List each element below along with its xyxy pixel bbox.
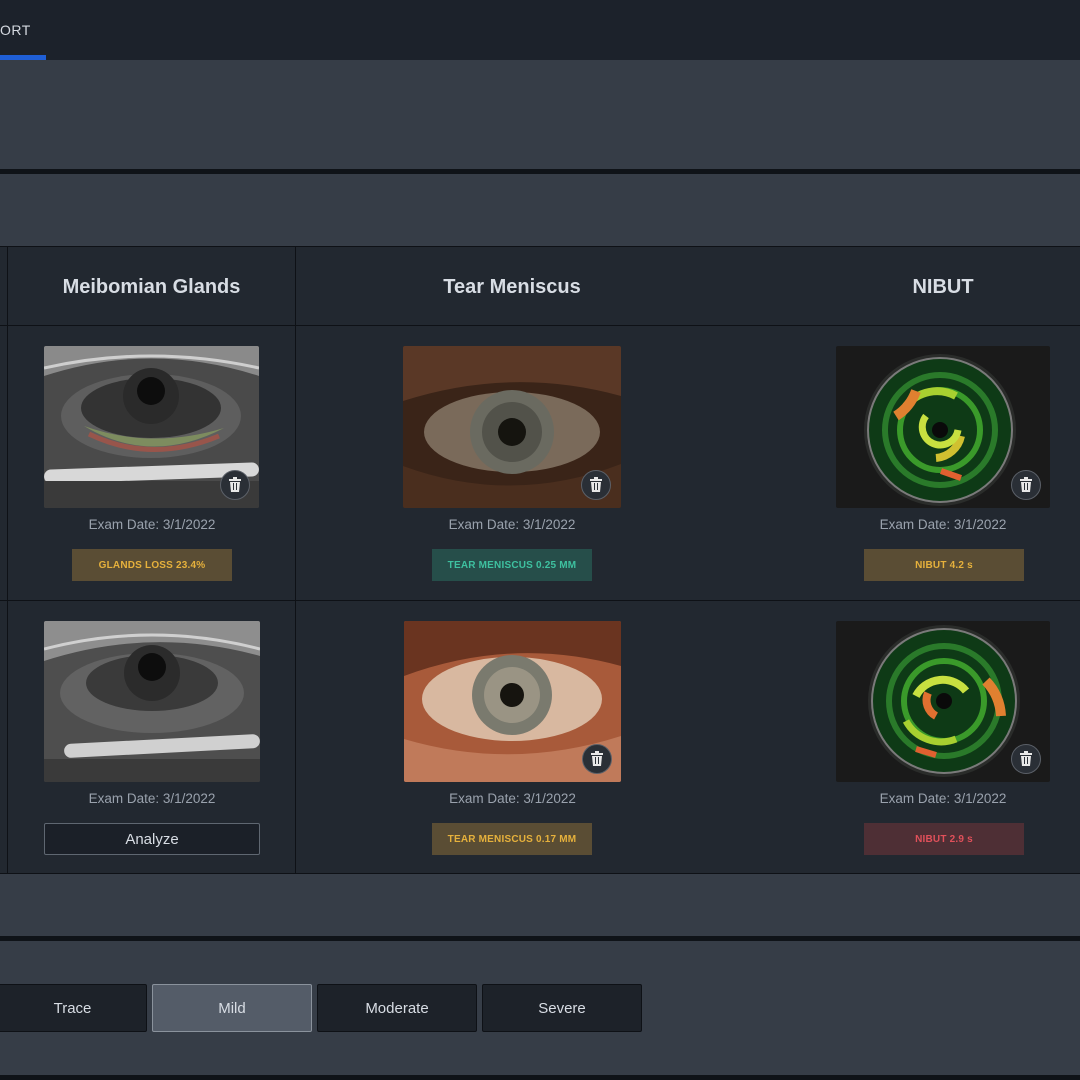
meibography-image[interactable] xyxy=(44,621,260,782)
grid-line xyxy=(7,246,8,874)
severity-severe-button[interactable]: Severe xyxy=(482,984,642,1032)
tab-report[interactable]: ORT xyxy=(0,22,31,38)
footer-panel xyxy=(0,874,1080,936)
grid-line xyxy=(0,246,1080,247)
grid-line xyxy=(0,600,1080,601)
column-header-nibut: NIBUT xyxy=(912,276,974,298)
grid-line xyxy=(0,325,1080,326)
top-bar: ORT xyxy=(0,0,1080,60)
trash-icon[interactable] xyxy=(220,470,250,500)
exam-date: Exam Date: 3/1/2022 xyxy=(879,517,1007,532)
severity-moderate-button[interactable]: Moderate xyxy=(317,984,477,1032)
column-header-meibomian: Meibomian Glands xyxy=(62,276,241,298)
exam-date: Exam Date: 3/1/2022 xyxy=(88,791,216,806)
tear-meniscus-badge: TEAR MENISCUS 0.25 MM xyxy=(432,549,592,581)
exam-date: Exam Date: 3/1/2022 xyxy=(88,517,216,532)
severity-mild-button[interactable]: Mild xyxy=(152,984,312,1032)
column-header-tear-meniscus: Tear Meniscus xyxy=(443,276,581,298)
analyze-button[interactable]: Analyze xyxy=(44,823,260,855)
divider xyxy=(0,1075,1080,1080)
trash-icon[interactable] xyxy=(581,470,611,500)
tear-meniscus-badge: TEAR MENISCUS 0.17 MM xyxy=(432,823,592,855)
exam-date: Exam Date: 3/1/2022 xyxy=(449,791,576,806)
exam-date: Exam Date: 3/1/2022 xyxy=(448,517,576,532)
subheader-panel xyxy=(0,174,1080,246)
grid-line xyxy=(295,246,296,874)
severity-trace-button[interactable]: Trace xyxy=(0,984,147,1032)
nibut-badge: NIBUT 4.2 s xyxy=(864,549,1024,581)
header-panel xyxy=(0,60,1080,169)
trash-icon[interactable] xyxy=(1011,470,1041,500)
nibut-badge: NIBUT 2.9 s xyxy=(864,823,1024,855)
exam-date: Exam Date: 3/1/2022 xyxy=(879,791,1007,806)
trash-icon[interactable] xyxy=(582,744,612,774)
trash-icon[interactable] xyxy=(1011,744,1041,774)
glands-loss-badge: GLANDS LOSS 23.4% xyxy=(72,549,232,581)
